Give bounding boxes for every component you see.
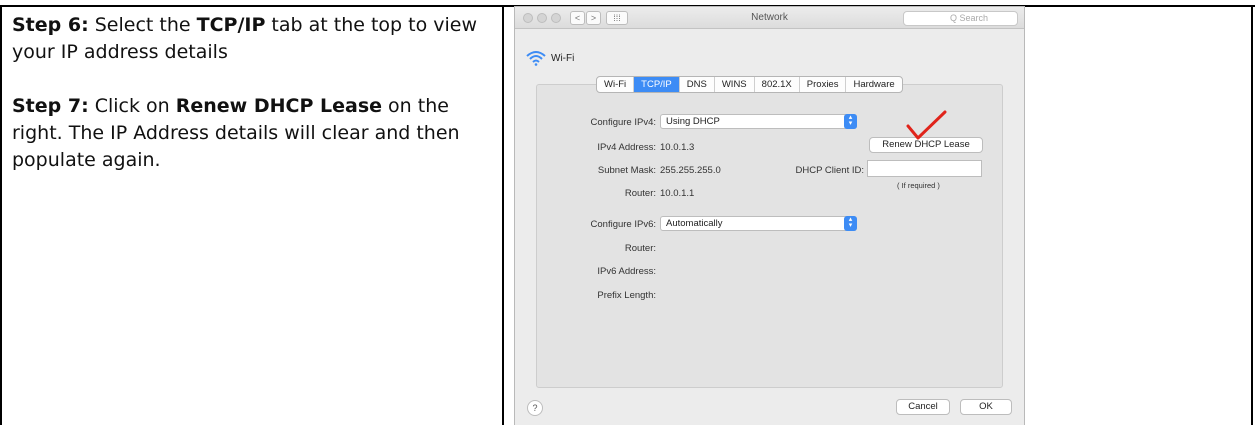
step-6-keyword: TCP/IP [196,14,266,36]
tab-dns[interactable]: DNS [680,77,715,92]
tab-tcpip[interactable]: TCP/IP [634,77,680,92]
interface-name: Wi-Fi [551,52,575,64]
network-window: < > ⁞⁞⁞ Network Q Search Wi-Fi Wi-Fi TCP… [514,6,1025,425]
tab-wins[interactable]: WINS [715,77,755,92]
dhcp-client-id-label: DHCP Client ID: [795,165,864,176]
interface-header: Wi-Fi [525,50,574,68]
subnet-mask-label: Subnet Mask: [597,165,656,176]
tab-wifi[interactable]: Wi-Fi [597,77,635,92]
configure-ipv6-value: Automatically [666,218,723,229]
configure-ipv4-value: Using DHCP [666,116,720,127]
title-bar: < > ⁞⁞⁞ Network Q Search [515,7,1024,29]
ok-button[interactable]: OK [960,399,1012,415]
configure-ipv4-label: Configure IPv4: [590,117,656,128]
ipv4-address-label: IPv4 Address: [597,142,656,153]
step-6-label: Step 6: [12,14,89,36]
step-7-text: Step 7: Click on Renew DHCP Lease on the… [12,95,460,171]
step-7-keyword: Renew DHCP Lease [175,95,383,117]
table-right-border [1251,5,1253,425]
step-7-label: Step 7: [12,95,89,117]
table-left-border [0,5,2,425]
dhcp-client-id-input[interactable] [867,160,982,177]
ipv4-router-label: Router: [624,188,656,199]
tab-hardware[interactable]: Hardware [846,77,901,92]
configure-ipv4-select[interactable]: Using DHCP ▴ ▾ [660,114,857,129]
tab-proxies[interactable]: Proxies [800,77,847,92]
help-button[interactable]: ? [527,400,543,416]
instructions-cell: Step 6: Select the TCP/IP tab at the top… [12,12,496,201]
settings-tabs: Wi-Fi TCP/IP DNS WINS 802.1X Proxies Har… [596,76,903,93]
search-input[interactable]: Q Search [903,11,1018,26]
red-checkmark-annotation-icon [906,110,947,140]
ipv4-address-value: 10.0.1.3 [660,142,695,153]
prefix-length-label: Prefix Length: [597,290,656,301]
cancel-button[interactable]: Cancel [896,399,950,415]
ipv4-router-value: 10.0.1.1 [660,188,695,199]
configure-ipv6-label: Configure IPv6: [590,219,656,230]
subnet-mask-value: 255.255.255.0 [660,165,721,176]
dhcp-client-id-hint: ( If required ) [897,181,940,190]
popup-arrows-icon: ▴ ▾ [844,114,857,129]
configure-ipv6-select[interactable]: Automatically ▴ ▾ [660,216,857,231]
step-6-text: Step 6: Select the TCP/IP tab at the top… [12,14,478,63]
wifi-icon [526,51,546,66]
table-column-divider [502,5,504,425]
popup-arrows-icon: ▴ ▾ [844,216,857,231]
ipv6-address-label: IPv6 Address: [597,266,656,277]
tab-8021x[interactable]: 802.1X [755,77,800,92]
ipv6-router-label: Router: [624,243,656,254]
